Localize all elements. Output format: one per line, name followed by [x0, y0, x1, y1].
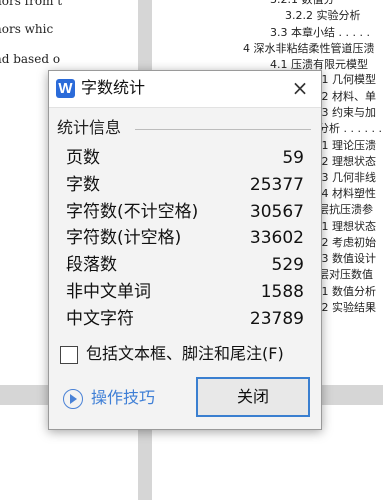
dialog-title: 字数统计 [81, 78, 146, 97]
word-count-dialog: W 字数统计 × 统计信息 页数 59 字数 25377 字符数(不计空格) 3… [48, 70, 322, 430]
stat-label: 页数 [66, 148, 100, 168]
stat-value: 59 [282, 148, 304, 168]
toc-line: .1 数值分析 [318, 285, 376, 298]
stat-row-chinese-chars: 中文字符 23789 [66, 306, 304, 333]
stat-value: 529 [271, 255, 304, 276]
stat-row-chars-no-spaces: 字符数(不计空格) 30567 [66, 199, 304, 226]
stat-value: 30567 [249, 201, 304, 222]
stat-value: 25377 [249, 174, 304, 195]
toc-line: 分析 . . . . . . [318, 122, 382, 135]
toc-line: .2 考虑初始 [318, 236, 376, 249]
toc-line: 3.3 本章小结 . . . . . [270, 26, 370, 39]
stat-label: 中文字符 [66, 308, 134, 329]
group-divider [135, 129, 311, 130]
toc-line: .1 理想状态 [318, 220, 376, 233]
toc-line: .3 约束与加 [318, 106, 376, 119]
statistics-list: 页数 59 字数 25377 字符数(不计空格) 30567 字符数(计空格) … [66, 145, 304, 333]
toc-line: 3.2.2 实验分析 [285, 9, 361, 22]
document-text-line: hors from t [0, 0, 63, 8]
stat-row-chars-with-spaces: 字符数(计空格) 33602 [66, 225, 304, 252]
toc-line: .1 理论压溃 [318, 139, 376, 152]
toc-line: .2 材料、单 [318, 90, 376, 103]
document-text-line: hors whic [0, 22, 54, 36]
stat-label: 字符数(计空格) [66, 228, 182, 249]
toc-line: 层抗压溃参 [318, 203, 373, 216]
wps-app-icon: W [56, 79, 75, 98]
include-textbox-footnotes-checkbox[interactable] [60, 346, 78, 364]
toc-line: .2 理想状态 [318, 155, 376, 168]
stat-value: 1588 [260, 281, 304, 302]
stat-row-paragraphs: 段落数 529 [66, 252, 304, 279]
statistics-group-label: 统计信息 [57, 118, 122, 137]
stat-label: 字数 [66, 174, 100, 195]
toc-line: .4 材料塑性 [318, 187, 376, 200]
close-icon[interactable]: × [289, 77, 311, 99]
stat-value: 33602 [249, 228, 304, 249]
dialog-titlebar: W 字数统计 × [49, 71, 321, 108]
play-circle-icon [63, 389, 83, 409]
toc-line: .3 几何非线 [318, 171, 376, 184]
toc-line: 层对压数值 [318, 268, 373, 281]
toc-line: 3.2.1 数值分 [270, 0, 335, 7]
toc-line: 4 深水非粘结柔性管道压溃 [243, 42, 375, 55]
stat-row-words: 字数 25377 [66, 172, 304, 199]
stat-value: 23789 [249, 308, 304, 329]
stat-label: 非中文单词 [66, 281, 151, 302]
tips-link-label[interactable]: 操作技巧 [91, 388, 155, 408]
stat-label: 段落数 [66, 255, 117, 276]
stat-label: 字符数(不计空格) [66, 201, 199, 222]
close-button[interactable]: 关闭 [196, 377, 310, 417]
include-textbox-footnotes-label[interactable]: 包括文本框、脚注和尾注(F) [86, 344, 284, 364]
toc-line: .1 几何模型 [318, 73, 376, 86]
toc-line: .2 实验结果 [318, 301, 376, 314]
stat-row-pages: 页数 59 [66, 145, 304, 172]
toc-line: .3 数值设计 [318, 252, 376, 265]
stat-row-non-chinese-words: 非中文单词 1588 [66, 279, 304, 306]
document-text-line: nd based o [0, 52, 61, 66]
